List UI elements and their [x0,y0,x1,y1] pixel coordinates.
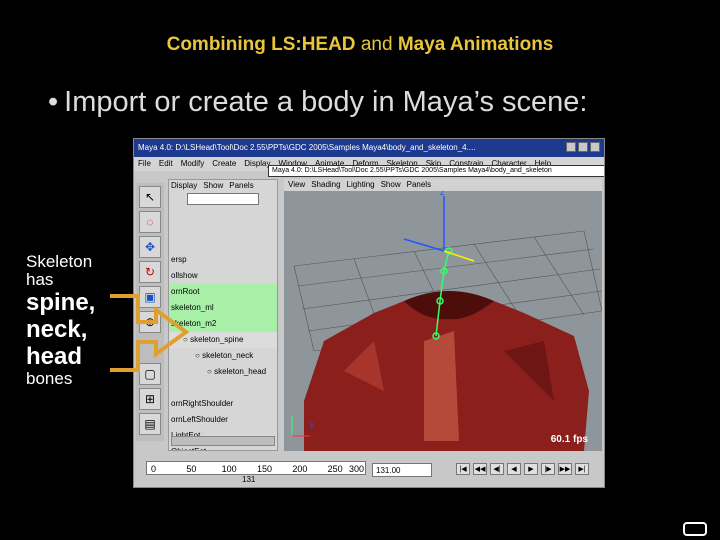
menu-item-create[interactable]: Create [212,159,236,168]
callout-line-2: has [26,270,54,289]
outliner-row-label: ersp [171,255,187,264]
time-tick-label: 300 [349,464,365,474]
layout-four-icon[interactable]: ⊞ [139,388,161,410]
time-tick-label: 0 [151,464,157,474]
outliner-row[interactable]: ornRightShoulder [169,396,277,412]
title-part-1: Combining LS:HEAD [166,34,356,55]
outliner-row-label: ornLeftShoulder [171,415,228,424]
joint-icon: ○ [207,367,215,376]
playback-button-icon[interactable]: ◀ [507,463,521,475]
slide-logo [683,522,707,536]
callout-line-5: head [26,343,83,370]
outliner-row-label: skeleton_head [214,367,267,376]
lasso-tool-icon[interactable]: ◌ [139,211,161,233]
panel-title-field: Maya 4.0: D:\LSHead\Tool\Doc 2.55\PPTs\G… [268,165,604,177]
viewport-menu-show[interactable]: Show [381,180,401,189]
axis-z-label: z [440,191,445,197]
playback-button-icon[interactable]: ▶ [524,463,538,475]
callout-line-1: Skeleton [26,252,93,271]
callout-line-4: neck, [26,316,88,343]
viewport-menu-lighting[interactable]: Lighting [347,180,375,189]
viewport-menu-panels[interactable]: Panels [407,180,431,189]
callout-arrow [110,294,190,372]
maya-window-title: Maya 4.0: D:\LSHead\Tool\Doc 2.55\PPTs\G… [138,143,476,152]
skeleton-callout: Skeleton has spine, neck, head bones [20,251,120,401]
menu-item-display[interactable]: Display [244,159,270,168]
maya-titlebar[interactable]: Maya 4.0: D:\LSHead\Tool\Doc 2.55\PPTs\G… [134,139,604,157]
title-mid: and [355,34,398,55]
playback-button-icon[interactable]: |▶ [541,463,555,475]
viewport-scene: z y [291,191,602,451]
callout-line-3: spine, [26,289,96,316]
menu-item-file[interactable]: File [138,159,151,168]
time-ruler[interactable]: 0 50 100 150 200 250 300 [146,461,366,475]
playback-button-icon[interactable]: ▶▶ [558,463,572,475]
select-tool-icon[interactable]: ↖ [139,186,161,208]
viewport-menubar: View Shading Lighting Show Panels [284,179,602,191]
time-tick-label: 200 [292,464,308,474]
callout-line-6: bones [26,369,73,388]
bullet-point: • Import or create a body in Maya’s scene… [48,86,588,119]
time-tick-label: 100 [221,464,237,474]
outliner-row[interactable]: ersp [169,252,277,268]
close-icon[interactable] [590,142,600,152]
outliner-row[interactable]: ornLeftShoulder [169,412,277,428]
outliner-row[interactable] [169,380,277,396]
playback-controls: |◀ ◀◀ ◀| ◀ ▶ |▶ ▶▶ ▶| [456,463,589,475]
playback-button-icon[interactable]: |◀ [456,463,470,475]
minimize-icon[interactable] [566,142,576,152]
time-tick-label: 250 [327,464,343,474]
time-tick-label: 50 [186,464,197,474]
viewport-menu-view[interactable]: View [288,180,305,189]
outliner-row[interactable]: ollshow [169,268,277,284]
outliner-menu-panels[interactable]: Panels [229,181,253,190]
move-tool-icon[interactable]: ✥ [139,236,161,258]
outliner-row-label: skeleton_spine [190,335,244,344]
outliner-row-label: skeleton_neck [202,351,254,360]
slide-title: Combining LS:HEAD and Maya Animations [0,34,720,56]
outliner-menu-display[interactable]: Display [171,181,197,190]
layout-outliner-icon[interactable]: ▤ [139,413,161,435]
outliner-filter-field[interactable] [187,193,259,205]
title-part-2: Maya Animations [397,34,554,55]
menu-item-edit[interactable]: Edit [159,159,173,168]
perspective-viewport[interactable]: View Shading Lighting Show Panels z y 60… [284,179,602,451]
current-frame-label: 131 [242,475,256,484]
viewport-menu-shading[interactable]: Shading [311,180,340,189]
outliner-menubar: Display Show Panels [169,180,277,192]
maximize-icon[interactable] [578,142,588,152]
current-time-field[interactable]: 131.00 [372,463,432,477]
outliner-row-label: ornRightShoulder [171,399,234,408]
menu-item-modify[interactable]: Modify [181,159,205,168]
outliner-row-label: ollshow [171,271,198,280]
rotate-tool-icon[interactable]: ↻ [139,261,161,283]
maya-window: Maya 4.0: D:\LSHead\Tool\Doc 2.55\PPTs\G… [133,138,605,488]
fps-readout: 60.1 fps [550,434,588,445]
time-slider[interactable]: 0 50 100 150 200 250 300 131 131.00 |◀ ◀◀ ◀| ◀ ▶ |▶… [136,457,602,487]
outliner-menu-show[interactable]: Show [203,181,223,190]
bullet-text: Import or create a body in Maya’s scene: [64,86,588,118]
outliner-row-label: ObjectEot [171,447,206,450]
playback-button-icon[interactable]: ◀◀ [473,463,487,475]
bullet-marker: • [48,86,59,118]
time-tick-label: 150 [257,464,273,474]
playback-button-icon[interactable]: ▶| [575,463,589,475]
window-controls [566,142,600,152]
axis-y-label: y [310,420,314,429]
playback-button-icon[interactable]: ◀| [490,463,504,475]
joint-icon: ○ [195,351,203,360]
outliner-scrollbar[interactable] [171,436,275,446]
